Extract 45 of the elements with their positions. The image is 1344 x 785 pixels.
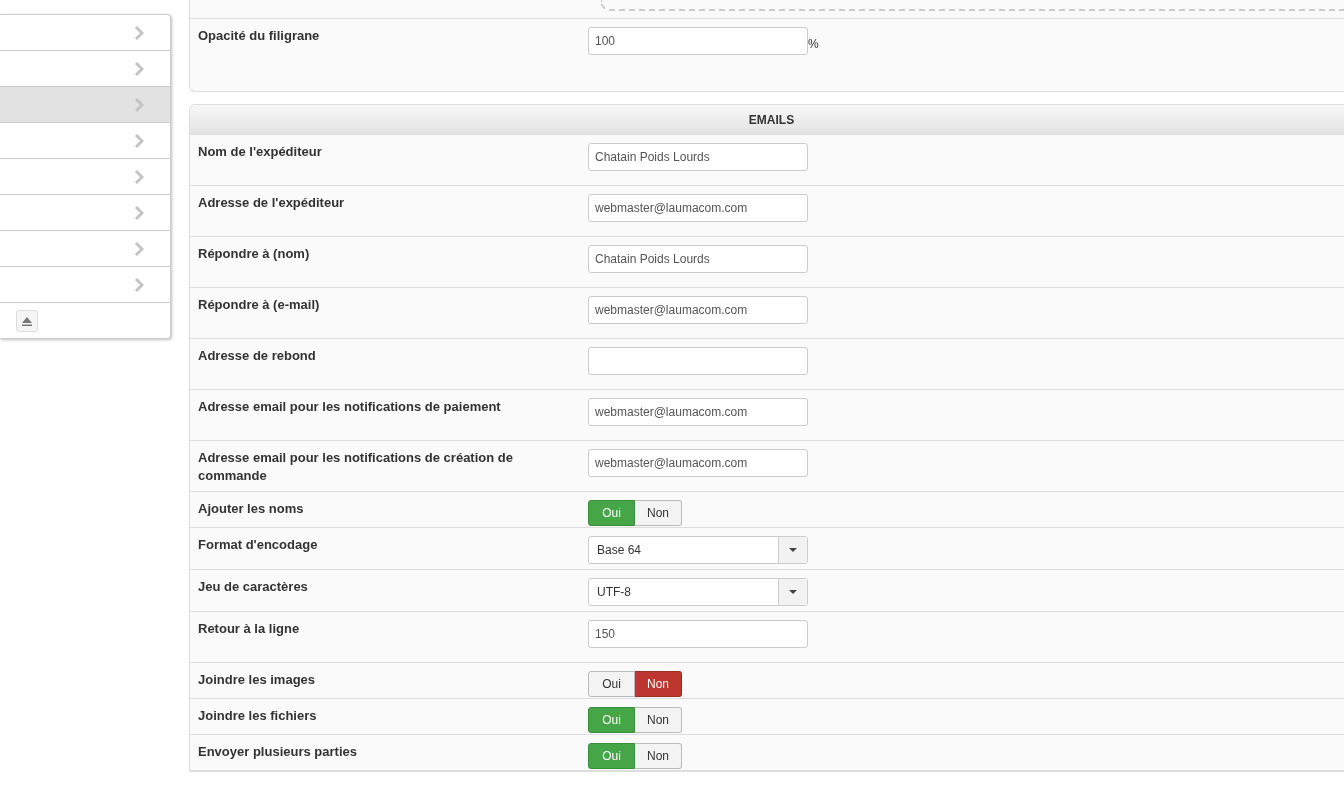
field-label: Répondre à (nom) — [198, 245, 311, 263]
caret-icon — [789, 590, 797, 594]
chevron-right-icon — [134, 97, 144, 112]
field-label: Adresse email pour les notifications de paiement — [198, 398, 502, 416]
chevron-right-icon — [134, 241, 144, 256]
text-field[interactable]: webmaster@laumacom.com — [588, 194, 808, 222]
chevron-right-icon — [134, 169, 144, 184]
select-dropdown[interactable]: UTF-8 — [588, 578, 808, 606]
field-label: Répondre à (e-mail) — [198, 296, 321, 314]
text-field[interactable]: 150 — [588, 620, 808, 648]
field-label: Joindre les images — [198, 671, 317, 689]
toggle-option[interactable]: Non — [635, 707, 682, 733]
text-field[interactable]: webmaster@laumacom.com — [588, 398, 808, 426]
text-field[interactable]: Chatain Poids Lourds — [588, 245, 808, 273]
sidebar-item[interactable] — [0, 87, 170, 123]
chevron-right-icon — [134, 25, 144, 40]
field-label: Joindre les fichiers — [198, 707, 318, 725]
field-label: Format d'encodage — [198, 536, 319, 554]
field-label: Adresse email pour les notifications de création de commande — [198, 449, 514, 485]
caret-icon — [789, 548, 797, 552]
text-field[interactable]: webmaster@laumacom.com — [588, 296, 808, 324]
select-dropdown[interactable]: Base 64 — [588, 536, 808, 564]
toggle-option[interactable]: Oui — [588, 671, 635, 697]
text-field[interactable]: Chatain Poids Lourds — [588, 143, 808, 171]
toggle-option[interactable]: Non — [635, 671, 682, 697]
field-label: Ajouter les noms — [198, 500, 305, 518]
text-field[interactable]: webmaster@laumacom.com — [588, 449, 808, 477]
field-label: Adresse de l'expéditeur — [198, 194, 346, 212]
toggle-option[interactable]: Non — [635, 500, 682, 526]
chevron-right-icon — [134, 133, 144, 148]
field-label: Retour à la ligne — [198, 620, 301, 638]
panel-title: EMAILS — [190, 105, 1344, 135]
field-label: Envoyer plusieurs parties — [198, 743, 358, 761]
collapse-button[interactable] — [16, 309, 38, 332]
text-field[interactable] — [588, 347, 808, 375]
unit-label: % — [808, 37, 819, 51]
field-label: Adresse de rebond — [198, 347, 317, 365]
field-label: Opacité du filigrane — [198, 27, 321, 45]
chevron-right-icon — [134, 61, 144, 76]
field-label: Jeu de caractères — [198, 578, 309, 596]
toggle-option[interactable]: Non — [635, 743, 682, 769]
chevron-right-icon — [134, 277, 144, 292]
field-label: Nom de l'expéditeur — [198, 143, 323, 161]
text-field[interactable]: 100 — [588, 27, 808, 55]
chevron-right-icon — [134, 205, 144, 220]
